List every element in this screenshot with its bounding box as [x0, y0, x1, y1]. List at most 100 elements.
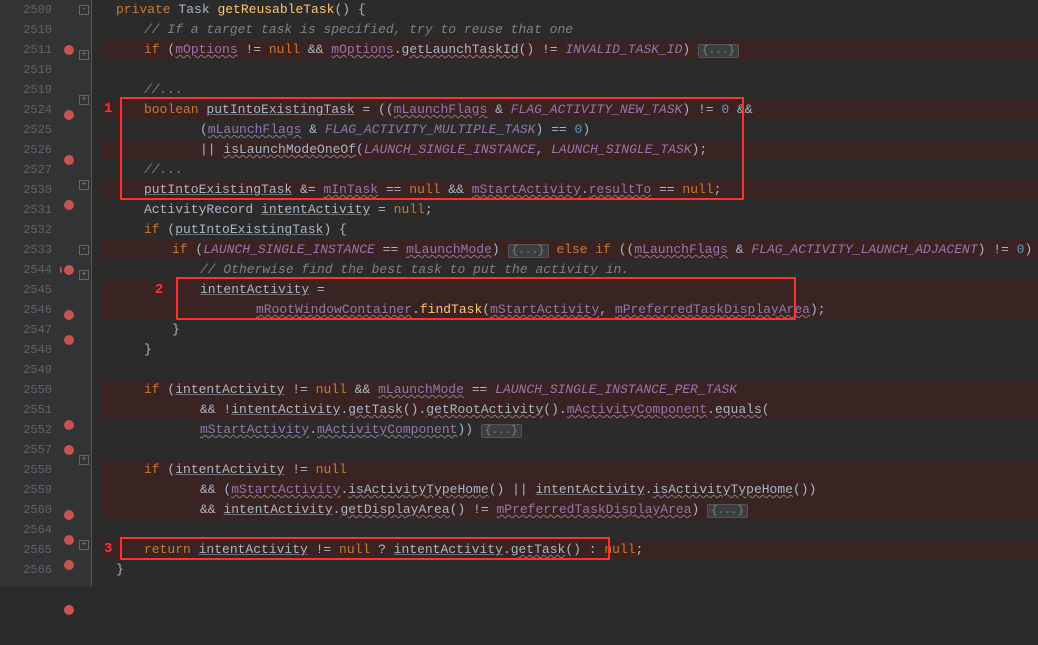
code-line[interactable]: if (intentActivity != null && mLaunchMod…	[102, 380, 1038, 400]
fold-slot[interactable]: -	[78, 245, 91, 265]
fold-slot[interactable]	[78, 495, 91, 515]
fold-slot[interactable]	[78, 515, 91, 535]
breakpoint-slot[interactable]	[60, 395, 78, 415]
code-line[interactable]: && (mStartActivity.isActivityTypeHome() …	[102, 480, 1038, 500]
code-line[interactable]: ActivityRecord intentActivity = null;	[102, 200, 1038, 220]
fold-slot[interactable]	[78, 155, 91, 175]
breakpoint-slot[interactable]	[60, 310, 78, 330]
folded-region[interactable]: {...}	[481, 424, 522, 438]
code-line[interactable]: && !intentActivity.getTask().getRootActi…	[102, 400, 1038, 420]
breakpoint-slot[interactable]	[60, 560, 78, 580]
code-line[interactable]: if (putIntoExistingTask) {	[102, 220, 1038, 240]
breakpoint-slot[interactable]	[60, 535, 78, 555]
breakpoint-slot[interactable]	[60, 130, 78, 150]
breakpoint-slot[interactable]	[60, 445, 78, 465]
code-line[interactable]	[102, 440, 1038, 460]
code-line[interactable]: if (mOptions != null && mOptions.getLaun…	[102, 40, 1038, 60]
breakpoint-icon[interactable]	[64, 605, 74, 615]
code-line[interactable]: mStartActivity.mActivityComponent)) {...…	[102, 420, 1038, 440]
fold-slot[interactable]	[78, 330, 91, 350]
fold-slot[interactable]	[78, 475, 91, 495]
breakpoint-slot[interactable]	[60, 65, 78, 85]
breakpoint-slot[interactable]	[60, 285, 78, 305]
breakpoint-slot[interactable]	[60, 0, 78, 20]
breakpoint-slot[interactable]	[60, 200, 78, 220]
code-line[interactable]: || isLaunchModeOneOf(LAUNCH_SINGLE_INSTA…	[102, 140, 1038, 160]
breakpoint-slot[interactable]	[60, 580, 78, 600]
fold-icon[interactable]: +	[79, 95, 89, 105]
breakpoint-slot[interactable]	[60, 625, 78, 645]
fold-slot[interactable]	[78, 350, 91, 370]
breakpoint-icon[interactable]	[64, 535, 74, 545]
fold-icon[interactable]: +	[79, 270, 89, 280]
fold-slot[interactable]: +	[78, 50, 91, 70]
code-line[interactable]: boolean putIntoExistingTask = ((mLaunchF…	[102, 100, 1038, 120]
fold-slot[interactable]	[78, 370, 91, 390]
breakpoint-slot[interactable]	[60, 155, 78, 175]
code-line[interactable]: }	[102, 320, 1038, 340]
code-line[interactable]: // If a target task is specified, try to…	[102, 20, 1038, 40]
breakpoint-icon[interactable]	[64, 110, 74, 120]
code-line[interactable]: }	[102, 340, 1038, 360]
folded-region[interactable]: {...}	[698, 44, 739, 58]
fold-slot[interactable]	[78, 560, 91, 580]
code-line[interactable]: mRootWindowContainer.findTask(mStartActi…	[102, 300, 1038, 320]
breakpoint-slot[interactable]	[60, 420, 78, 440]
fold-slot[interactable]	[78, 600, 91, 620]
breakpoint-icon[interactable]	[64, 310, 74, 320]
code-line[interactable]: }	[102, 560, 1038, 580]
code-line[interactable]: && intentActivity.getDisplayArea() != mP…	[102, 500, 1038, 520]
fold-slot[interactable]	[78, 200, 91, 220]
fold-slot[interactable]: -	[78, 5, 91, 25]
breakpoint-icon[interactable]	[64, 200, 74, 210]
code-line[interactable]: if (LAUNCH_SINGLE_INSTANCE == mLaunchMod…	[102, 240, 1038, 260]
breakpoint-slot[interactable]	[60, 335, 78, 355]
code-line[interactable]: putIntoExistingTask &= mInTask == null &…	[102, 180, 1038, 200]
breakpoint-slot[interactable]	[60, 220, 78, 240]
breakpoint-slot[interactable]	[60, 375, 78, 395]
fold-slot[interactable]: +	[78, 455, 91, 475]
code-line[interactable]: (mLaunchFlags & FLAG_ACTIVITY_MULTIPLE_T…	[102, 120, 1038, 140]
folded-region[interactable]: {...}	[508, 244, 549, 258]
breakpoint-icon[interactable]	[64, 510, 74, 520]
fold-slot[interactable]	[78, 25, 91, 45]
breakpoint-slot[interactable]	[60, 465, 78, 485]
fold-icon[interactable]: +	[79, 455, 89, 465]
breakpoint-slot[interactable]	[60, 240, 78, 260]
fold-slot[interactable]	[78, 390, 91, 410]
breakpoint-slot[interactable]	[60, 20, 78, 40]
fold-slot[interactable]	[78, 430, 91, 450]
fold-slot[interactable]	[78, 70, 91, 90]
code-line[interactable]	[102, 60, 1038, 80]
breakpoint-slot[interactable]	[60, 45, 78, 65]
fold-slot[interactable]: +	[78, 540, 91, 560]
folded-region[interactable]: {...}	[707, 504, 748, 518]
breakpoint-slot[interactable]	[60, 110, 78, 130]
breakpoint-icon[interactable]	[64, 445, 74, 455]
breakpoint-slot[interactable]	[60, 510, 78, 530]
fold-icon[interactable]: +	[79, 180, 89, 190]
code-line[interactable]: // Otherwise find the best task to put t…	[102, 260, 1038, 280]
fold-slot[interactable]	[78, 115, 91, 135]
code-line[interactable]: //...	[102, 80, 1038, 100]
code-area[interactable]: 1 2 3 private Task getReusableTask() { /…	[92, 0, 1038, 587]
fold-slot[interactable]: +	[78, 180, 91, 200]
fold-icon[interactable]: +	[79, 50, 89, 60]
breakpoint-icon[interactable]	[64, 335, 74, 345]
fold-slot[interactable]: +	[78, 95, 91, 115]
breakpoint-slot[interactable]	[60, 605, 78, 625]
code-line[interactable]	[102, 360, 1038, 380]
breakpoint-icon[interactable]	[64, 420, 74, 430]
fold-slot[interactable]	[78, 135, 91, 155]
fold-icon[interactable]: -	[79, 5, 89, 15]
fold-slot[interactable]: +	[78, 270, 91, 290]
fold-icon[interactable]: -	[79, 245, 89, 255]
breakpoint-slot[interactable]	[60, 265, 78, 285]
code-line[interactable]: //...	[102, 160, 1038, 180]
breakpoint-slot[interactable]	[60, 485, 78, 505]
breakpoint-icon[interactable]	[64, 265, 74, 275]
breakpoint-slot[interactable]	[60, 355, 78, 375]
code-line[interactable]: private Task getReusableTask() {	[102, 0, 1038, 20]
breakpoint-gutter[interactable]	[60, 0, 78, 587]
breakpoint-icon[interactable]	[64, 45, 74, 55]
